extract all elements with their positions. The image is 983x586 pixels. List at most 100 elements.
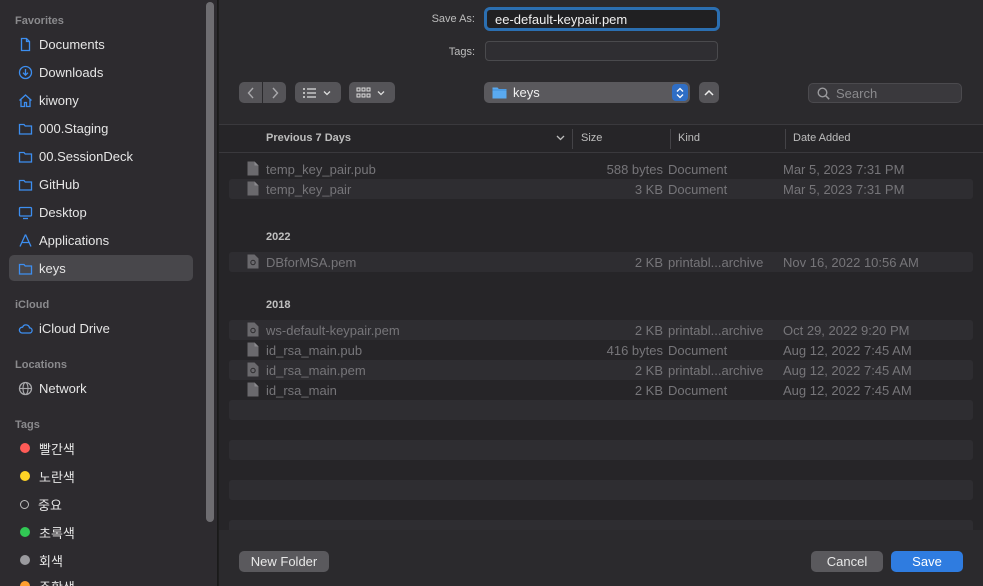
group-title-2022: 2022 — [266, 231, 291, 243]
file-row[interactable]: DBforMSA.pem 2 KB printabl...archive Nov… — [229, 252, 973, 272]
file-row[interactable]: id_rsa_main 2 KB Document Aug 12, 2022 7… — [229, 380, 973, 400]
download-icon — [18, 65, 33, 80]
folder-icon — [18, 261, 33, 276]
locations-section-title: Locations — [15, 359, 67, 371]
empty-row — [229, 440, 973, 460]
file-row[interactable]: temp_key_pair.pub 588 bytes Document Mar… — [229, 159, 973, 179]
sidebar-item-label: 회색 — [39, 553, 63, 569]
sidebar-tag-green[interactable]: 초록색 — [9, 519, 193, 545]
file-name: id_rsa_main — [266, 383, 337, 398]
file-kind: printabl...archive — [668, 323, 764, 338]
applications-icon — [18, 233, 33, 248]
search-icon — [817, 86, 830, 100]
sidebar-item-applications[interactable]: Applications — [9, 227, 193, 253]
file-kind: Document — [668, 162, 728, 177]
file-row[interactable]: temp_key_pair 3 KB Document Mar 5, 2023 … — [229, 179, 973, 199]
column-date-header[interactable]: Date Added — [793, 132, 851, 144]
green-tag-dot-icon — [20, 527, 30, 537]
column-size-header[interactable]: Size — [581, 132, 602, 144]
icon-view-button[interactable] — [349, 82, 395, 103]
tags-field[interactable] — [485, 41, 718, 61]
tags-label: Tags: — [448, 46, 475, 58]
sidebar-item-000-staging[interactable]: 000.Staging — [9, 115, 193, 141]
sidebar: Favorites Documents Downloads kiwony 000… — [0, 0, 218, 586]
updown-chevron-icon — [672, 84, 688, 101]
sidebar-item-desktop[interactable]: Desktop — [9, 199, 193, 225]
sidebar-tag-yellow[interactable]: 노란색 — [9, 463, 193, 489]
globe-icon — [18, 381, 33, 396]
location-popup[interactable]: keys — [484, 82, 690, 103]
file-date: Nov 16, 2022 10:56 AM — [783, 255, 919, 270]
sidebar-item-keys[interactable]: keys — [9, 255, 193, 281]
file-date: Oct 29, 2022 9:20 PM — [783, 323, 910, 338]
list-view-button[interactable] — [295, 82, 341, 103]
file-date: Mar 5, 2023 7:31 PM — [783, 162, 905, 177]
file-kind: printabl...archive — [668, 255, 764, 270]
collapse-browser-button[interactable] — [699, 82, 719, 103]
file-date: Mar 5, 2023 7:31 PM — [783, 182, 905, 197]
column-divider — [572, 129, 573, 149]
sidebar-item-label: keys — [39, 260, 66, 276]
sidebar-item-downloads[interactable]: Downloads — [9, 59, 193, 85]
file-row[interactable]: id_rsa_main.pem 2 KB printabl...archive … — [229, 360, 973, 380]
chevron-right-icon — [271, 87, 278, 98]
new-folder-button[interactable]: New Folder — [239, 551, 329, 572]
file-date: Aug 12, 2022 7:45 AM — [783, 343, 912, 358]
file-name: temp_key_pair.pub — [266, 162, 376, 177]
sidebar-tag-important[interactable]: 중요 — [9, 491, 193, 517]
sidebar-item-network[interactable]: Network — [9, 375, 193, 401]
sidebar-item-00-sessiondeck[interactable]: 00.SessionDeck — [9, 143, 193, 169]
column-header: Previous 7 Days Size Kind Date Added — [219, 125, 983, 153]
sidebar-item-label: kiwony — [39, 92, 79, 108]
file-size: 3 KB — [634, 182, 663, 197]
save-as-label: Save As: — [431, 13, 475, 25]
file-list[interactable]: Previous 7 Days Size Kind Date Added tem… — [219, 124, 983, 530]
favorites-section-title: Favorites — [15, 15, 64, 27]
sidebar-item-documents[interactable]: Documents — [9, 31, 193, 57]
document-file-icon — [247, 342, 259, 357]
column-kind-header[interactable]: Kind — [678, 132, 700, 144]
column-name-header[interactable]: Previous 7 Days — [266, 132, 351, 144]
file-size: 2 KB — [634, 323, 663, 338]
file-row[interactable]: ws-default-keypair.pem 2 KB printabl...a… — [229, 320, 973, 340]
file-size: 588 bytes — [606, 162, 663, 177]
file-name: id_rsa_main.pub — [266, 343, 363, 358]
sidebar-tag-red[interactable]: 빨간색 — [9, 435, 193, 461]
certificate-file-icon — [247, 322, 259, 337]
save-button[interactable]: Save — [891, 551, 963, 572]
forward-button[interactable] — [263, 82, 286, 103]
sidebar-scrollbar[interactable] — [206, 2, 214, 522]
file-name: DBforMSA.pem — [266, 255, 357, 270]
sidebar-item-label: 000.Staging — [39, 120, 109, 136]
file-kind: Document — [668, 383, 728, 398]
sidebar-item-label: Network — [39, 380, 87, 396]
back-button[interactable] — [239, 82, 262, 103]
file-name: ws-default-keypair.pem — [266, 323, 400, 338]
empty-row — [229, 400, 973, 420]
cancel-button[interactable]: Cancel — [811, 551, 883, 572]
sidebar-item-kiwony[interactable]: kiwony — [9, 87, 193, 113]
file-name: id_rsa_main.pem — [266, 363, 366, 378]
sidebar-item-label: 빨간색 — [39, 441, 75, 457]
file-kind: Document — [668, 343, 728, 358]
search-field[interactable] — [808, 83, 962, 103]
file-date: Aug 12, 2022 7:45 AM — [783, 363, 912, 378]
save-as-field[interactable] — [484, 7, 720, 31]
location-label: keys — [513, 85, 540, 100]
document-file-icon — [247, 181, 259, 196]
sidebar-item-label: 초록색 — [39, 525, 75, 541]
sidebar-tag-orange[interactable]: 주황색 — [9, 573, 193, 586]
sidebar-tag-gray[interactable]: 회색 — [9, 547, 193, 573]
folder-icon — [18, 177, 33, 192]
file-row[interactable]: id_rsa_main.pub 416 bytes Document Aug 1… — [229, 340, 973, 360]
sidebar-item-label: 노란색 — [39, 469, 75, 485]
file-kind: printabl...archive — [668, 363, 764, 378]
sidebar-item-icloud-drive[interactable]: iCloud Drive — [9, 315, 193, 341]
file-size: 2 KB — [634, 383, 663, 398]
desktop-icon — [18, 205, 33, 220]
sidebar-item-label: iCloud Drive — [39, 320, 110, 336]
empty-row — [229, 480, 973, 500]
search-input[interactable] — [836, 85, 956, 101]
document-icon — [18, 37, 33, 52]
sidebar-item-github[interactable]: GitHub — [9, 171, 193, 197]
